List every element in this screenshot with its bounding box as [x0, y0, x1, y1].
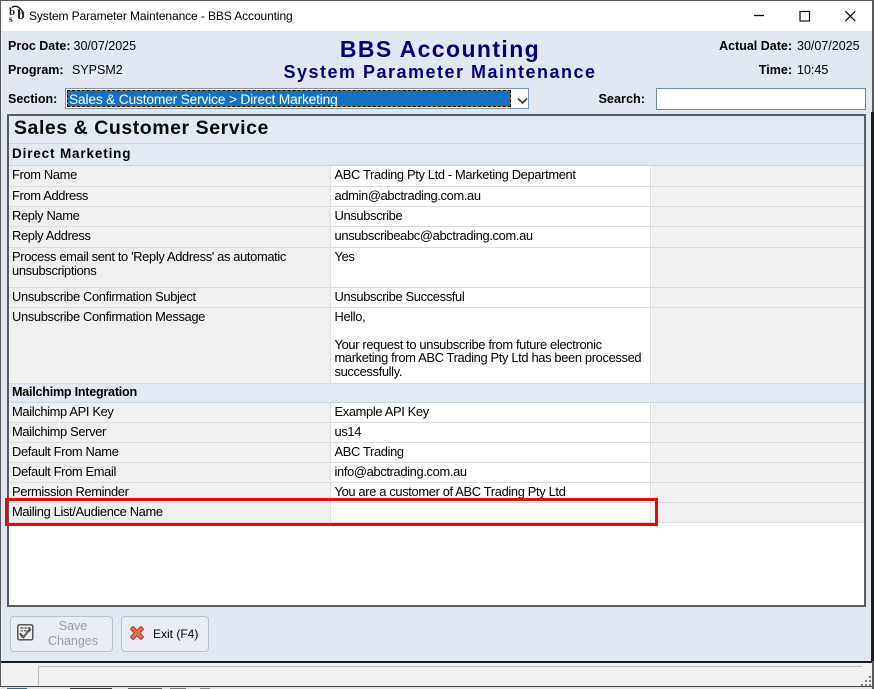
svg-text:s: s — [9, 15, 13, 25]
